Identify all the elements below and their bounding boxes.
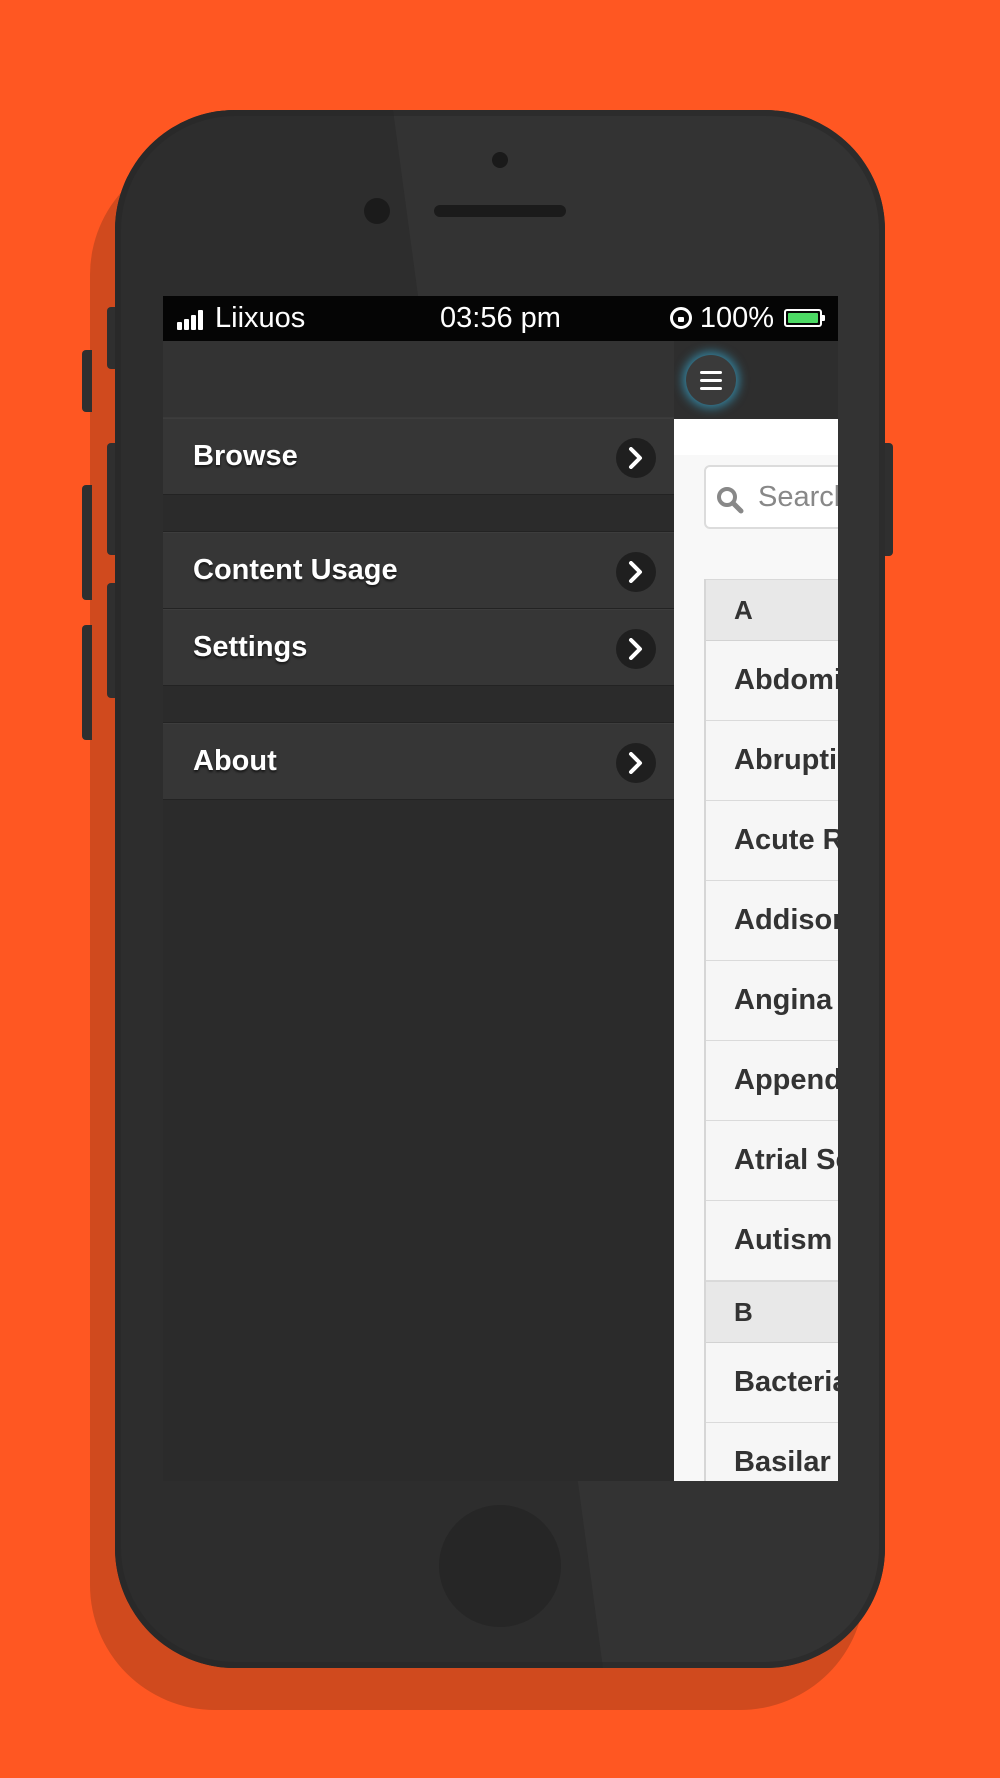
menu-item-label: Settings [193,631,308,663]
side-menu-header [163,341,674,418]
battery-percent: 100% [699,301,774,334]
chevron-right-icon[interactable] [616,438,656,478]
list-item[interactable]: Atrial Septal [706,1121,838,1201]
menu-divider [163,495,674,532]
list-item[interactable]: Autism [706,1201,838,1281]
list-item[interactable]: Appendicitis [706,1041,838,1121]
proximity-sensor [364,198,390,224]
content-spacer [674,419,838,455]
menu-item-browse[interactable]: Browse [163,418,674,495]
phone-screen: Liixuos 03:56 pm 100% Browse Content Usa… [163,296,838,1481]
search-placeholder: Search [758,481,838,513]
condition-list: A Abdominal Abruption Acute Renal Addiso… [704,579,838,1481]
chevron-right-icon[interactable] [616,743,656,783]
search-input[interactable]: Search [704,465,838,529]
menu-item-about[interactable]: About [163,723,674,800]
rotation-lock-icon [669,307,692,329]
chevron-right-icon[interactable] [616,629,656,669]
list-item[interactable]: Angina [706,961,838,1041]
phone-volume-up [82,485,92,600]
phone-volume-down [82,625,92,740]
front-camera [492,152,508,168]
phone-mute-switch [82,350,92,412]
menu-item-label: Browse [193,440,298,472]
menu-item-settings[interactable]: Settings [163,609,674,686]
menu-item-label: About [193,745,277,777]
list-section-header: B [706,1281,838,1343]
menu-divider [163,686,674,723]
list-item[interactable]: Basilar [706,1423,838,1481]
main-content-panel: Search A Abdominal Abruption Acute Renal… [674,341,838,1481]
status-bar: Liixuos 03:56 pm 100% [163,296,838,341]
search-icon [717,487,744,514]
status-right: 100% [669,301,825,334]
search-area: Search [674,455,838,545]
list-item[interactable]: Bacterial [706,1343,838,1423]
side-menu: Browse Content Usage Settings About [163,341,674,1481]
list-item[interactable]: Abruption [706,721,838,801]
list-item[interactable]: Addison's [706,881,838,961]
content-header [674,341,838,419]
list-item[interactable]: Abdominal [706,641,838,721]
hamburger-icon[interactable] [686,355,736,405]
chevron-right-icon[interactable] [616,552,656,592]
menu-item-content-usage[interactable]: Content Usage [163,532,674,609]
earpiece-speaker [434,205,566,217]
list-item[interactable]: Acute Renal [706,801,838,881]
menu-item-label: Content Usage [193,554,398,586]
home-button[interactable] [439,1505,561,1627]
battery-icon [784,309,825,327]
list-section-header: A [706,579,838,641]
